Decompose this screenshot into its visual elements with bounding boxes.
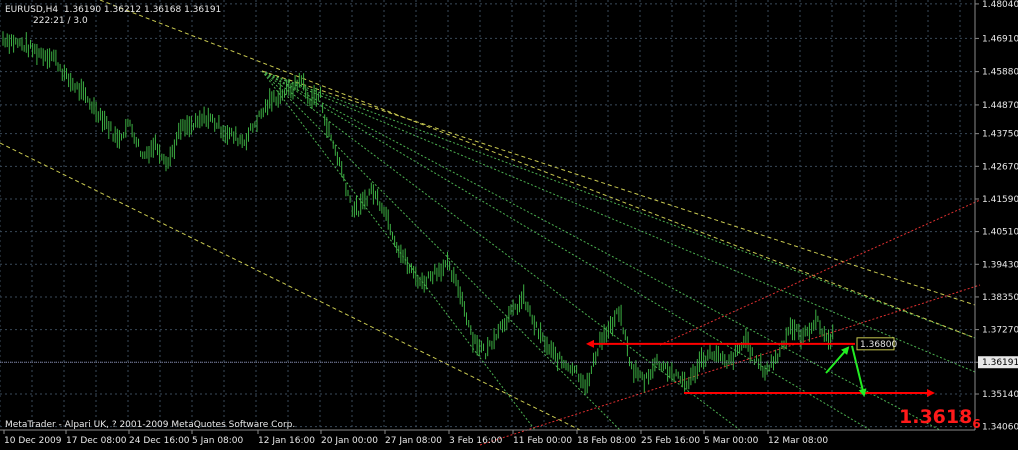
time-axis[interactable]: 10 Dec 2009 17 Dec 08:00 24 Dec 16:00 5 Jan… (0, 429, 975, 446)
time-tick-label: 20 Jan 00:00 (321, 436, 378, 446)
price-tick-label: 1.44870 (982, 101, 1018, 111)
copyright-text: MetaTrader - Alpari UK, ? 2001-2009 Meta… (5, 420, 296, 430)
time-tick-label: 12 Mar 08:00 (768, 436, 828, 446)
time-tick-label: 17 Dec 08:00 (66, 436, 127, 446)
chart-header: EURUSD,H4 1.36190 1.36212 1.36168 1.3619… (5, 5, 221, 27)
price-tick-label: 1.45880 (982, 68, 1018, 78)
price-label-text: 1.36800 (860, 340, 897, 350)
price-label-box[interactable]: 1.36800 (856, 337, 897, 351)
price-tick-label: 1.42670 (982, 162, 1018, 172)
big-price-sub: 6 (972, 416, 981, 431)
price-tick-label: 1.41590 (982, 195, 1018, 205)
time-tick-label: 12 Jan 16:00 (258, 436, 315, 446)
time-tick-label: 18 Feb 08:00 (577, 436, 636, 446)
time-tick-label: 27 Jan 08:00 (385, 436, 442, 446)
price-tick-label: 1.48040 (982, 0, 1018, 10)
price-chart[interactable]: 1.48040 1.46910 1.45880 1.44870 1.43750 1.426… (0, 0, 1018, 450)
time-tick-label: 25 Feb 16:00 (641, 436, 700, 446)
time-tick-label: 3 Feb 16:00 (449, 436, 503, 446)
time-tick-label: 5 Jan 08:00 (192, 436, 244, 446)
time-tick-label: 10 Dec 2009 (4, 436, 62, 446)
current-price-tag: 1.36191 (978, 356, 1018, 369)
price-tick-label: 1.46910 (982, 34, 1018, 44)
time-tick-label: 11 Feb 00:00 (513, 436, 572, 446)
price-tick-label: 1.38350 (982, 293, 1018, 303)
price-tick-label: 1.43750 (982, 130, 1018, 140)
sub-line: 222:21 / 3.0 (33, 16, 88, 26)
current-price-tag-text: 1.36191 (982, 358, 1018, 368)
big-price-main: 1.3618 (899, 406, 973, 428)
symbol-line: EURUSD,H4 1.36190 1.36212 1.36168 1.3619… (5, 5, 222, 15)
price-tick-label: 1.34060 (982, 423, 1018, 433)
time-tick-label: 24 Dec 16:00 (129, 436, 190, 446)
price-tick-label: 1.37270 (982, 326, 1018, 336)
price-tick-label: 1.35140 (982, 390, 1018, 400)
price-tick-label: 1.39430 (982, 260, 1018, 270)
price-tick-label: 1.40510 (982, 228, 1018, 238)
big-price: 1.36186 (899, 406, 981, 431)
time-tick-label: 5 Mar 00:00 (704, 436, 759, 446)
